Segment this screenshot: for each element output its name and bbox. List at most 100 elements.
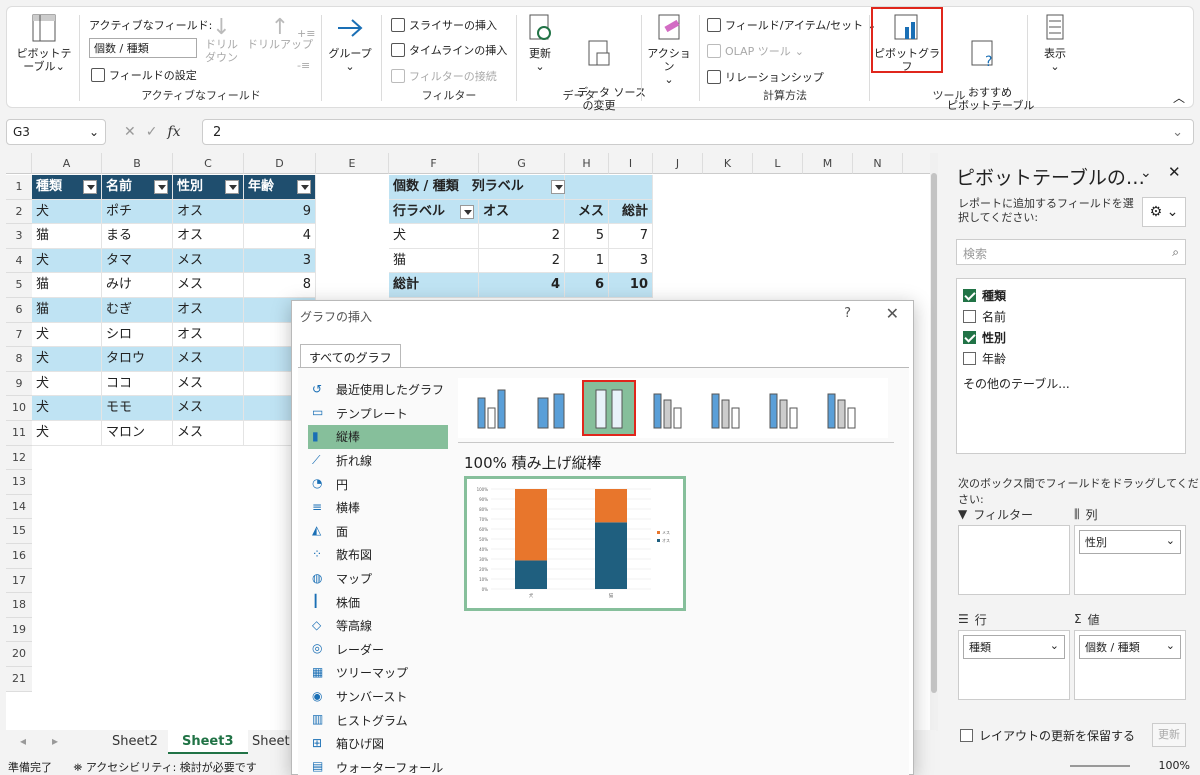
table-cell[interactable]: メス xyxy=(173,248,244,274)
help-button[interactable]: ? xyxy=(844,306,851,321)
table-cell[interactable]: 犬 xyxy=(32,396,102,421)
pivottable-button[interactable]: ピボットテーブル⌄ xyxy=(15,13,73,73)
pivot-grand-total[interactable]: 10 xyxy=(609,273,653,298)
col-header[interactable]: N xyxy=(853,153,903,174)
row-header[interactable]: 11 xyxy=(6,421,32,446)
chart-type-item[interactable]: ⟋ 折れ線 xyxy=(308,449,448,473)
chart-type-item[interactable]: ◉ サンバースト xyxy=(308,685,448,709)
columns-area[interactable]: ⫼ 列 性別 ⌄ xyxy=(1074,503,1186,595)
field-item[interactable]: 年齢 xyxy=(963,348,1179,369)
pivot-cell[interactable]: 2 xyxy=(479,224,565,249)
table-cell[interactable]: まる xyxy=(102,224,173,249)
table-cell[interactable]: 犬 xyxy=(32,421,102,446)
table-cell[interactable]: メス xyxy=(173,273,244,298)
sheet-tab-active[interactable]: Sheet3 xyxy=(168,730,248,754)
field-checkbox[interactable] xyxy=(963,310,976,323)
accessibility-status[interactable]: アクセシビリティ: 検討が必要です xyxy=(86,761,257,774)
row-header[interactable]: 15 xyxy=(6,519,32,544)
vertical-scrollbar[interactable] xyxy=(930,153,938,731)
pivot-cell[interactable]: 5 xyxy=(565,224,609,249)
table-cell[interactable]: オス xyxy=(173,298,244,323)
chart-subtype-option[interactable] xyxy=(582,380,636,436)
chart-preview[interactable]: 0% 10% 20% 30% 40% 50% 60% 70% 80% 90% 100% 犬 猫 メス オス xyxy=(464,476,686,611)
chart-type-item[interactable]: ◭ 面 xyxy=(308,520,448,544)
pivot-header-fill[interactable] xyxy=(565,175,653,200)
filter-area[interactable]: ▼ フィルター xyxy=(958,503,1070,595)
formula-input[interactable]: 2 ⌄ xyxy=(202,119,1194,145)
row-header[interactable]: 7 xyxy=(6,322,32,348)
values-area[interactable]: Σ値 個数 / 種類 ⌄ xyxy=(1074,608,1186,700)
row-field-pill[interactable]: 種類 ⌄ xyxy=(963,635,1065,659)
chart-type-item[interactable]: ▦ ツリーマップ xyxy=(308,661,448,685)
rows-area[interactable]: ☰ 行 種類 ⌄ xyxy=(958,608,1070,700)
value-field-pill[interactable]: 個数 / 種類 ⌄ xyxy=(1079,635,1181,659)
table-cell[interactable]: 4 xyxy=(244,224,316,249)
row-header[interactable]: 18 xyxy=(6,593,32,618)
filter-dropdown-icon[interactable] xyxy=(297,180,311,194)
table-header[interactable]: 種類 xyxy=(32,175,102,200)
pivot-cell[interactable]: 猫 xyxy=(389,248,479,274)
field-item[interactable]: 名前 xyxy=(963,306,1179,327)
prev-sheet-icon[interactable]: ◂ xyxy=(20,734,26,748)
col-header[interactable]: I xyxy=(609,153,653,174)
pane-settings-button[interactable]: ⚙ ⌄ xyxy=(1142,197,1186,227)
table-cell[interactable]: メス xyxy=(173,421,244,446)
chart-subtype-option[interactable] xyxy=(816,382,866,434)
row-header[interactable]: 8 xyxy=(6,347,32,372)
chart-type-item[interactable]: ▭ テンプレート xyxy=(308,402,448,426)
col-header[interactable]: F xyxy=(389,153,479,174)
pivot-corner[interactable]: 個数 / 種類 列ラベル xyxy=(389,175,565,200)
chart-subtype-option[interactable] xyxy=(700,382,750,434)
row-header[interactable]: 13 xyxy=(6,470,32,495)
filter-dropdown-icon[interactable] xyxy=(154,180,168,194)
table-header[interactable]: 年齢 xyxy=(244,175,316,200)
table-cell[interactable]: メス xyxy=(173,396,244,421)
row-header[interactable]: 17 xyxy=(6,568,32,594)
table-cell[interactable]: 犬 xyxy=(32,371,102,397)
chart-type-item[interactable]: ▮ 縦棒 xyxy=(308,425,448,449)
row-header[interactable]: 6 xyxy=(6,298,32,323)
pivot-cell[interactable]: 犬 xyxy=(389,224,479,249)
table-cell[interactable]: 犬 xyxy=(32,347,102,372)
table-cell[interactable]: オス xyxy=(173,322,244,348)
cancel-icon[interactable]: ✕ xyxy=(124,124,136,140)
chart-type-item[interactable]: ≡ 横棒 xyxy=(308,496,448,520)
field-item[interactable]: 種類 xyxy=(963,285,1179,306)
chart-subtype-option[interactable] xyxy=(758,382,808,434)
field-checkbox[interactable] xyxy=(963,331,976,344)
field-checkbox[interactable] xyxy=(963,352,976,365)
chart-subtype-option[interactable] xyxy=(468,382,518,434)
chart-type-item[interactable]: ⊞ 箱ひげ図 xyxy=(308,732,448,756)
table-cell[interactable]: タロウ xyxy=(102,347,173,372)
col-header[interactable] xyxy=(903,153,933,174)
col-header[interactable]: J xyxy=(653,153,703,174)
pivot-grand-total[interactable]: 4 xyxy=(479,273,565,298)
col-header[interactable]: G xyxy=(479,153,565,174)
field-checkbox[interactable] xyxy=(963,289,976,302)
table-cell[interactable]: 8 xyxy=(244,273,316,298)
row-header[interactable]: 12 xyxy=(6,445,32,471)
sheet-tab[interactable]: Sheet2 xyxy=(98,730,172,754)
chart-type-item[interactable]: ▤ ウォーターフォール xyxy=(308,756,448,775)
table-cell[interactable]: ポチ xyxy=(102,199,173,225)
table-cell[interactable]: メス xyxy=(173,371,244,397)
close-button[interactable]: ✕ xyxy=(886,304,899,323)
table-cell[interactable]: むぎ xyxy=(102,298,173,323)
row-header[interactable]: 14 xyxy=(6,494,32,520)
chart-type-item[interactable]: ◇ 等高線 xyxy=(308,614,448,638)
column-field-pill[interactable]: 性別 ⌄ xyxy=(1079,530,1181,554)
pane-close-icon[interactable]: ✕ xyxy=(1168,163,1181,181)
table-header[interactable]: 名前 xyxy=(102,175,173,200)
chart-subtype-option[interactable] xyxy=(642,382,692,434)
table-cell[interactable]: 犬 xyxy=(32,199,102,225)
field-item[interactable]: 性別 xyxy=(963,327,1179,348)
col-header[interactable]: K xyxy=(703,153,753,174)
pivot-cell[interactable]: 3 xyxy=(609,248,653,274)
scroll-thumb[interactable] xyxy=(931,173,937,693)
pivot-row-labels[interactable]: 行ラベル xyxy=(389,199,479,225)
pivot-cell[interactable]: 2 xyxy=(479,248,565,274)
update-button[interactable]: 更新 xyxy=(1152,723,1186,747)
table-cell[interactable]: 猫 xyxy=(32,224,102,249)
select-all-corner[interactable] xyxy=(6,153,32,174)
col-header[interactable]: H xyxy=(565,153,609,174)
